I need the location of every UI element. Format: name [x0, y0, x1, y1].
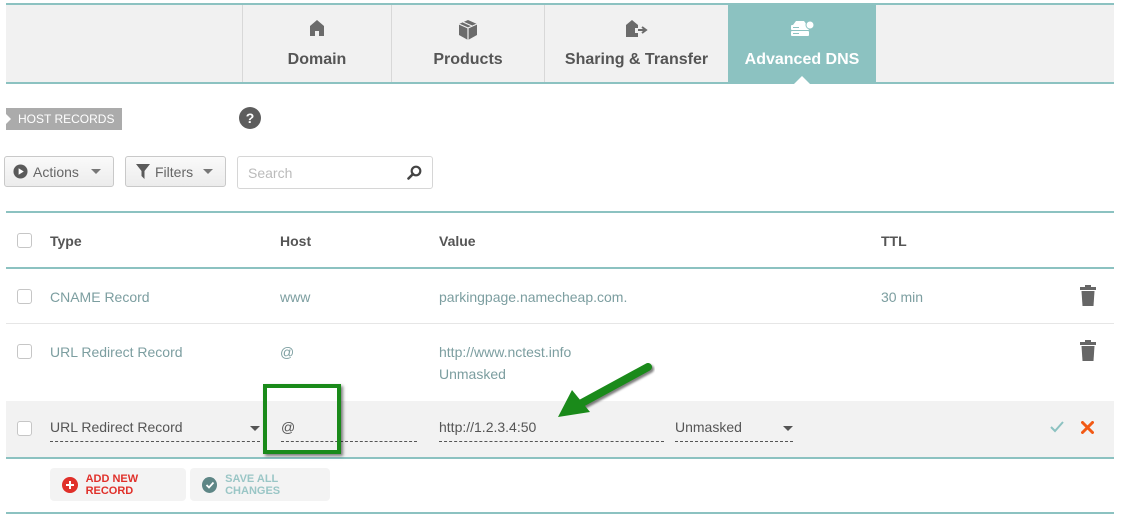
highlight-box-annotation [263, 384, 341, 454]
filter-icon [136, 164, 150, 179]
row-type: CNAME Record [50, 289, 150, 305]
trash-icon[interactable] [1079, 340, 1097, 361]
trash-icon[interactable] [1079, 285, 1097, 306]
row-host: www [280, 289, 311, 305]
row-checkbox[interactable] [17, 421, 32, 436]
header-border [6, 267, 1114, 269]
help-icon[interactable]: ? [239, 107, 261, 129]
edit-row-border [6, 457, 1114, 459]
confirm-check-icon[interactable] [1050, 421, 1064, 433]
check-circle-icon [202, 476, 218, 493]
tab-label: Advanced DNS [744, 51, 860, 68]
type-select[interactable]: URL Redirect Record [50, 419, 260, 442]
cancel-x-icon[interactable] [1081, 421, 1094, 434]
tab-sharing-transfer[interactable]: Sharing & Transfer [544, 5, 728, 82]
server-gear-icon [791, 20, 815, 36]
section-title: HOST RECORDS [6, 108, 123, 130]
select-all-checkbox[interactable] [17, 233, 32, 248]
tab-advanced-dns[interactable]: Advanced DNS [728, 5, 876, 84]
table-bottom-border [6, 512, 1114, 514]
header-type: Type [50, 233, 82, 249]
mask-select-value: Unmasked [675, 419, 742, 435]
actions-button[interactable]: Actions [4, 156, 114, 187]
value-input[interactable]: http://1.2.3.4:50 [439, 419, 664, 442]
row-type: URL Redirect Record [50, 344, 183, 360]
chevron-down-icon [91, 169, 101, 174]
save-all-changes-label: SAVE ALL CHANGES [225, 472, 281, 497]
row-value: http://www.nctest.info [439, 344, 572, 360]
house-icon [310, 20, 324, 36]
row-checkbox[interactable] [17, 289, 32, 304]
row-host: @ [280, 344, 295, 360]
search-icon[interactable] [407, 165, 422, 180]
filters-label: Filters [155, 163, 194, 180]
filters-button[interactable]: Filters [125, 156, 226, 187]
box-icon [458, 20, 478, 40]
play-circle-icon [13, 164, 28, 179]
header-ttl: TTL [881, 233, 907, 249]
arrow-annotation [558, 363, 652, 417]
actions-label: Actions [33, 163, 79, 180]
header-value: Value [439, 233, 476, 249]
tab-bar: Domain Products Sharing & Transfer Advan… [6, 3, 1114, 84]
row-checkbox[interactable] [17, 344, 32, 359]
table-top-border [6, 211, 1114, 213]
search-box [237, 156, 433, 189]
tab-label: Domain [287, 51, 347, 68]
house-arrow-icon [625, 20, 648, 37]
tab-label: Products [433, 51, 503, 68]
active-tab-caret [794, 76, 810, 84]
chevron-down-icon [250, 426, 260, 431]
mask-select[interactable]: Unmasked [675, 419, 793, 442]
header-host: Host [280, 233, 312, 249]
save-all-changes-button[interactable]: SAVE ALL CHANGES [190, 468, 330, 501]
row-value-mask: Unmasked [439, 366, 506, 382]
value-input-value: http://1.2.3.4:50 [439, 419, 537, 435]
tab-products[interactable]: Products [391, 5, 544, 82]
chevron-down-icon [203, 169, 213, 174]
tab-label: Sharing & Transfer [564, 51, 709, 68]
chevron-down-icon [783, 426, 793, 431]
search-input[interactable] [246, 164, 400, 182]
add-new-record-label: ADD NEW RECORD [85, 472, 139, 497]
type-select-value: URL Redirect Record [50, 419, 183, 435]
tab-domain[interactable]: Domain [242, 5, 391, 82]
row-ttl: 30 min [881, 289, 924, 305]
add-new-record-button[interactable]: ADD NEW RECORD [50, 468, 186, 501]
plus-circle-icon [62, 476, 78, 493]
row-divider [6, 323, 1114, 324]
row-value: parkingpage.namecheap.com. [439, 289, 628, 305]
